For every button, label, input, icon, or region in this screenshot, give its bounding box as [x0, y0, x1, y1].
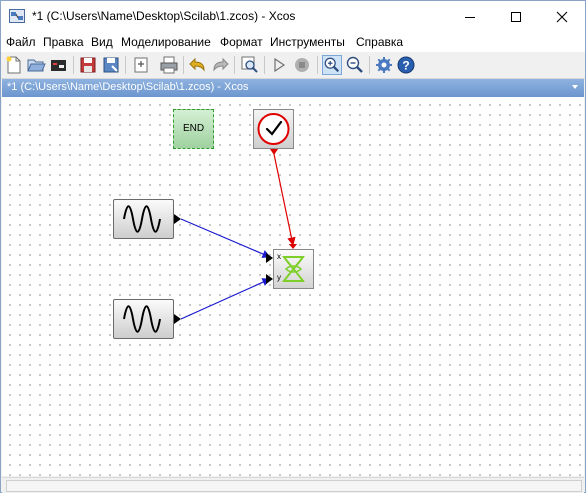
new-diagram-button[interactable] [4, 55, 24, 75]
toolbar-separator [183, 56, 184, 74]
print-icon [160, 56, 178, 74]
clock-icon [257, 113, 290, 145]
setup-button[interactable] [374, 55, 394, 75]
toolbar-separator [73, 56, 74, 74]
save-icon [80, 57, 96, 73]
undo-icon [189, 57, 205, 72]
zoom-fit-icon [241, 56, 258, 73]
xy-scope-block[interactable]: x y [273, 249, 314, 289]
toolbar-separator [264, 56, 265, 74]
toolbar-separator [234, 56, 235, 74]
data-link-sine2-to-scope-y[interactable] [180, 278, 271, 320]
scope-input-port-x[interactable] [266, 253, 273, 263]
zoom-fit-button[interactable] [240, 55, 260, 75]
print-button[interactable] [159, 55, 179, 75]
diagram-canvas[interactable]: END x y [2, 97, 584, 476]
window-title: *1 (C:\Users\Name\Desktop\Scilab\1.zcos)… [32, 9, 296, 23]
start-button[interactable] [269, 55, 289, 75]
toolbar: ? [1, 52, 585, 79]
new-diagram-icon [6, 56, 21, 74]
menu-tools[interactable]: Инструменты [270, 35, 345, 49]
menu-view[interactable]: Вид [91, 35, 113, 49]
sine2-output-port[interactable] [174, 314, 181, 324]
setup-icon [376, 57, 392, 73]
close-icon [556, 11, 568, 22]
menu-format[interactable]: Формат [220, 35, 263, 49]
maximize-button[interactable] [493, 1, 539, 32]
minimize-button[interactable] [447, 1, 493, 32]
stop-button[interactable] [292, 55, 312, 75]
sine-wave-generator-block-2[interactable] [113, 299, 174, 339]
redo-icon [213, 57, 229, 72]
diagram-tab[interactable]: *1 (C:\Users\Name\Desktop\Scilab\1.zcos)… [2, 79, 584, 97]
event-link-clock-to-scope[interactable] [273, 153, 296, 246]
sine1-output-port[interactable] [174, 214, 181, 224]
status-bar [2, 477, 584, 493]
xcos-app-icon [9, 9, 25, 23]
stop-icon [295, 58, 309, 72]
menu-bar: Файл Правка Вид Моделирование Формат Инс… [1, 32, 585, 52]
scope-input-port-y[interactable] [266, 274, 273, 284]
zoom-in-icon [324, 57, 340, 73]
open-icon [27, 59, 46, 72]
tab-menu-arrow-icon[interactable] [571, 83, 579, 91]
end-block-label: END [182, 123, 205, 134]
sine-wave-icon [123, 205, 161, 233]
save-as-button[interactable] [101, 55, 121, 75]
scope-port-y-label: y [277, 273, 281, 282]
minimize-icon [465, 16, 475, 18]
menu-simulation[interactable]: Моделирование [121, 35, 211, 49]
clock-block[interactable] [253, 109, 294, 149]
scope-port-x-label: x [277, 252, 281, 261]
close-button[interactable] [539, 1, 585, 32]
open-in-scilab-button[interactable] [49, 55, 69, 75]
title-bar: *1 (C:\Users\Name\Desktop\Scilab\1.zcos)… [1, 1, 585, 32]
menu-help[interactable]: Справка [356, 35, 403, 49]
status-panel [6, 480, 582, 492]
menu-edit[interactable]: Правка [43, 35, 84, 49]
maximize-icon [511, 11, 521, 22]
zoom-out-button[interactable] [345, 55, 365, 75]
toolbar-separator [369, 56, 370, 74]
toolbar-separator [317, 56, 318, 74]
end-block[interactable]: END [173, 109, 214, 149]
open-button[interactable] [26, 55, 46, 75]
zoom-out-icon [346, 56, 363, 73]
help-button[interactable]: ? [396, 55, 416, 75]
toolbar-separator [125, 56, 126, 74]
start-icon [274, 57, 286, 73]
zoom-in-button[interactable] [322, 55, 342, 75]
menu-file[interactable]: Файл [6, 35, 36, 49]
help-icon: ? [397, 56, 415, 74]
sine-wave-icon [123, 305, 161, 333]
xcos-window: *1 (C:\Users\Name\Desktop\Scilab\1.zcos)… [0, 0, 586, 493]
save-button[interactable] [78, 55, 98, 75]
open-in-scilab-icon [51, 60, 66, 71]
sine-wave-generator-block-1[interactable] [113, 199, 174, 239]
data-link-sine1-to-scope-x[interactable] [180, 218, 271, 258]
redo-button[interactable] [210, 55, 230, 75]
export-button[interactable] [131, 55, 151, 75]
diagram-tab-label: *1 (C:\Users\Name\Desktop\Scilab\1.zcos)… [7, 81, 249, 93]
export-icon [134, 57, 148, 73]
save-as-icon [103, 57, 119, 73]
svg-text:?: ? [402, 59, 409, 73]
undo-button[interactable] [188, 55, 208, 75]
